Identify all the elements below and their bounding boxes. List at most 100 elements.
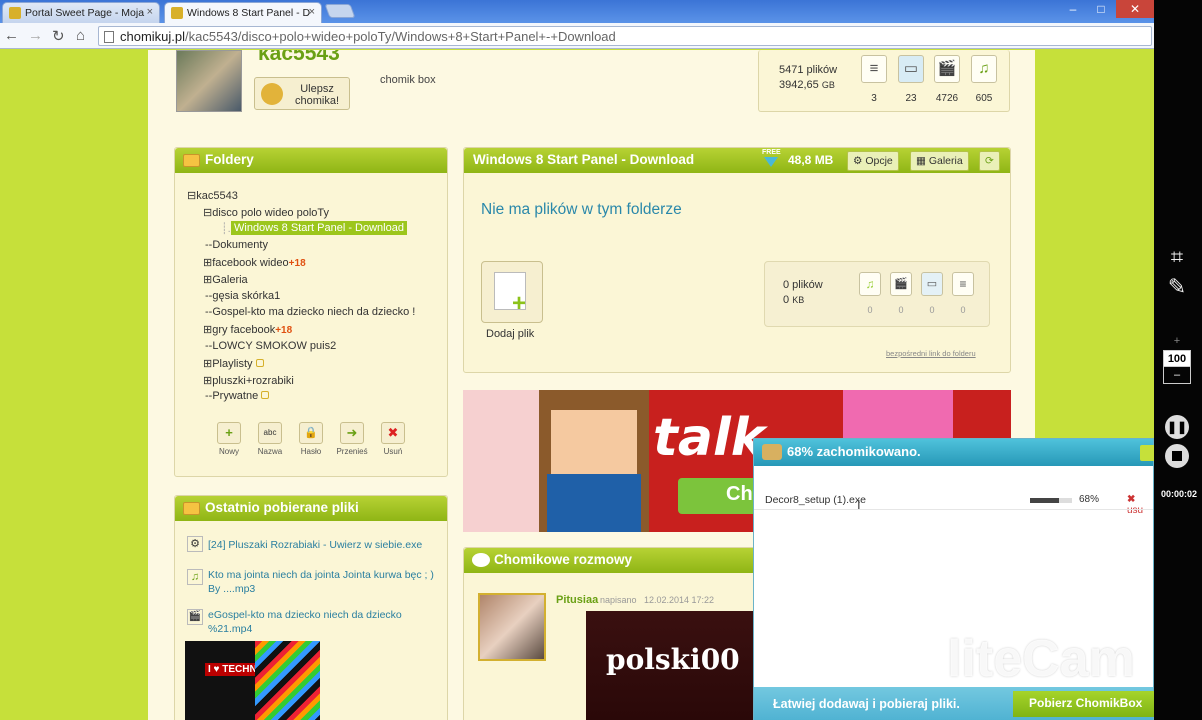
tree-item[interactable]: ⊞gry facebook+18 <box>203 323 292 336</box>
recent-downloads-box: Ostatnio pobierane pliki ⚙ [24] Pluszaki… <box>174 495 448 720</box>
pause-icon[interactable]: ❚❚ <box>1165 415 1189 439</box>
lock-icon <box>255 359 264 367</box>
tab-close-icon[interactable]: × <box>309 6 315 18</box>
minimize-button[interactable]: – <box>1060 0 1086 18</box>
music-icon[interactable]: ♫ <box>971 55 997 83</box>
reload-icon[interactable]: ↻ <box>52 27 65 45</box>
download-status: 68% zachomikowano. <box>787 444 921 459</box>
tree-item[interactable]: ⊟kac5543 <box>187 189 238 202</box>
recent-item[interactable]: Kto ma jointa niech da jointa Jointa kur… <box>208 568 438 596</box>
camera-icon[interactable]: ⌗ <box>1163 244 1191 270</box>
tab-portal[interactable]: Portal Sweet Page - Moja × <box>2 2 160 23</box>
chat-wrote: napisano <box>600 595 637 605</box>
stop-icon[interactable] <box>1165 444 1189 468</box>
tree-item[interactable]: ⊞facebook wideo+18 <box>203 256 306 269</box>
speech-bubble-icon <box>472 553 490 567</box>
options-button[interactable]: ⚙ Opcje <box>847 151 899 171</box>
profile-name[interactable]: kac5543 <box>258 50 340 66</box>
chat-image[interactable]: polski00 <box>586 611 756 720</box>
cancel-download-button[interactable]: ✖ usu <box>1127 494 1153 516</box>
add-file-label: Dodaj plik <box>486 328 535 340</box>
banner-text: talk <box>653 408 766 468</box>
footer-text: Łatwiej dodawaj i pobieraj pliki. <box>773 697 960 711</box>
video-count: 4726 <box>935 93 959 104</box>
address-path: /kac5543/disco+polo+wideo+poloTy/Windows… <box>185 29 616 44</box>
address-bar[interactable]: chomikuj.pl/kac5543/disco+polo+wideo+pol… <box>98 26 1152 46</box>
download-progress-fill <box>1030 498 1059 503</box>
files-count: 5471 plików <box>779 64 838 76</box>
banner-button[interactable]: Ch <box>678 478 758 514</box>
zoom-in-button[interactable]: + <box>1163 333 1191 351</box>
documents-count: 3 <box>871 93 877 104</box>
close-window-button[interactable]: ✕ <box>1116 0 1154 18</box>
total-size-unit: GB <box>821 80 835 90</box>
chat-avatar[interactable] <box>478 593 546 661</box>
new-label: Nowy <box>218 447 239 456</box>
tree-item[interactable]: --LOWCY SMOKOW puis2 <box>205 340 336 352</box>
tree-item[interactable]: --Dokumenty <box>205 239 268 251</box>
folders-title: Foldery <box>205 152 254 167</box>
summary-count: 0 <box>960 305 966 315</box>
chomik-box-label: chomik box <box>380 74 436 86</box>
forward-icon[interactable]: → <box>28 27 43 44</box>
tab-windows8[interactable]: Windows 8 Start Panel - D × <box>164 2 322 23</box>
direct-link[interactable]: bezpośredni link do folderu <box>886 349 976 358</box>
gallery-button[interactable]: ▦ Galeria <box>910 151 969 171</box>
summary-count: 0 <box>867 305 873 315</box>
recent-item[interactable]: [24] Pluszaki Rozrabiaki - Uwierz w sieb… <box>208 539 438 551</box>
browser-toolbar: ← → ↻ ⌂ chomikuj.pl/kac5543/disco+polo+w… <box>0 23 1154 49</box>
recent-item[interactable]: eGospel-kto ma dziecko niech da dziecko … <box>208 608 438 636</box>
zoom-out-button[interactable]: – <box>1163 366 1191 384</box>
tab-close-icon[interactable]: × <box>147 6 153 18</box>
address-host: chomikuj.pl <box>120 29 186 44</box>
rename-button[interactable]: abc <box>258 422 282 444</box>
folder-view-title: Windows 8 Start Panel - Download <box>473 152 695 167</box>
tree-item[interactable]: ⊟disco polo wideo poloTy <box>203 206 329 219</box>
empty-folder-message: Nie ma plików w tym folderze <box>481 201 682 218</box>
lock-icon <box>261 391 270 399</box>
tree-item[interactable]: --Prywatne <box>205 390 270 402</box>
tree-item[interactable]: ⊞Playlisty <box>203 357 264 370</box>
password-button[interactable]: 🔒 <box>299 422 323 444</box>
music-icon: ♫ <box>187 569 203 585</box>
tree-item[interactable]: ⊞pluszki+rozrabiki <box>203 374 294 387</box>
video-icon: 🎬 <box>890 272 912 296</box>
tree-item[interactable]: --gęsia skórka1 <box>205 290 280 302</box>
recent-header: Ostatnio pobierane pliki <box>175 496 447 521</box>
page-icon <box>104 31 114 43</box>
download-header: 68% zachomikowano. <box>754 439 1156 466</box>
upgrade-button[interactable]: Ulepsz chomika! <box>254 77 350 110</box>
favicon-icon <box>171 7 183 19</box>
images-count: 23 <box>905 93 917 104</box>
images-icon[interactable]: ▭ <box>898 55 924 83</box>
get-chomikbox-button[interactable]: Pobierz ChomikBox <box>1013 691 1155 717</box>
move-button[interactable]: ➜ <box>340 422 364 444</box>
folder-summary: 0 plików 0 KB ♫ 🎬 ▭ ≡ 0 0 0 0 <box>764 261 990 327</box>
delete-button[interactable]: ✖ <box>381 422 405 444</box>
new-folder-button[interactable]: + <box>217 422 241 444</box>
recent-title: Ostatnio pobierane pliki <box>205 500 359 515</box>
tree-item-selected[interactable]: Windows 8 Start Panel - Download <box>231 221 407 235</box>
new-tab-button[interactable] <box>324 4 356 18</box>
folder-icon <box>183 502 200 515</box>
avatar[interactable] <box>176 50 242 112</box>
chat-user[interactable]: Pitusiaa <box>556 594 598 606</box>
move-label: Przenieś <box>336 447 368 456</box>
pen-icon[interactable]: ✎ <box>1163 274 1191 300</box>
restore-button[interactable]: □ <box>1088 0 1114 18</box>
video-thumbnail[interactable]: I ♥ TECHNO <box>185 641 320 720</box>
tree-item[interactable]: --Gospel-kto ma dziecko niech da dziecko… <box>205 306 415 318</box>
total-size: 3942,65 <box>779 79 819 91</box>
download-panel: 68% zachomikowano. Decor8_setup (1).exe … <box>753 438 1156 720</box>
home-icon[interactable]: ⌂ <box>76 27 85 44</box>
profile-stats: 5471 plików 3942,65 GB ≡ ▭ 🎬 ♫ 3 23 4726… <box>758 50 1010 112</box>
summary-count: 0 <box>898 305 904 315</box>
video-icon[interactable]: 🎬 <box>934 55 960 83</box>
documents-icon[interactable]: ≡ <box>861 55 887 83</box>
back-icon[interactable]: ← <box>4 27 19 44</box>
rename-label: Nazwa <box>257 447 283 456</box>
divider <box>754 509 1153 510</box>
add-file-button[interactable]: + <box>481 261 543 323</box>
tree-item[interactable]: ⊞Galeria <box>203 273 248 286</box>
refresh-button[interactable]: ⟳ <box>979 151 1000 171</box>
